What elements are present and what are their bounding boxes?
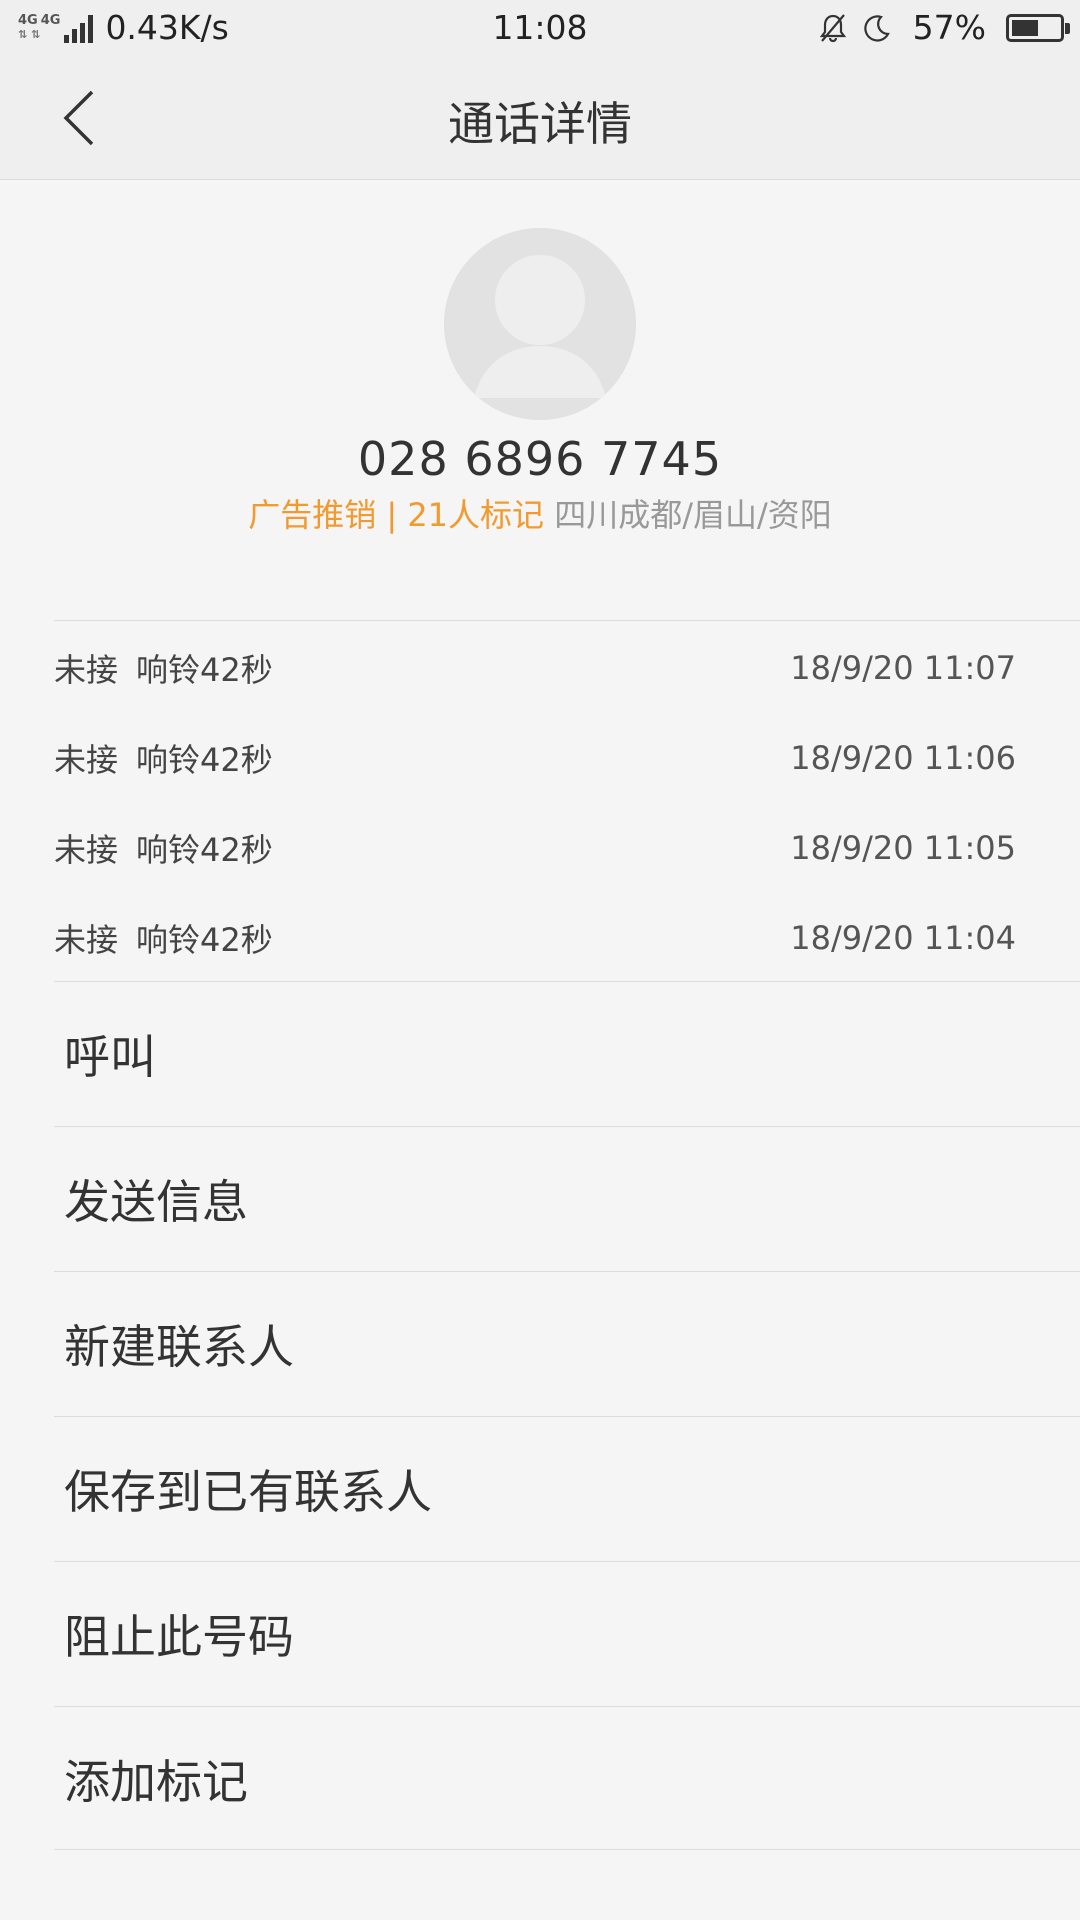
send-message-button[interactable]: 发送信息: [54, 1126, 1080, 1271]
call-time: 18/9/20 11:04: [790, 919, 1016, 957]
add-tag-button[interactable]: 添加标记: [54, 1706, 1080, 1851]
moon-icon: [863, 14, 890, 41]
block-number-button[interactable]: 阻止此号码: [54, 1561, 1080, 1706]
call-time: 18/9/20 11:05: [790, 829, 1016, 867]
caller-location: 四川成都/眉山/资阳: [554, 496, 832, 534]
call-time: 18/9/20 11:06: [790, 739, 1016, 777]
call-detail: 响铃42秒: [136, 651, 273, 689]
call-detail: 响铃42秒: [136, 921, 273, 959]
divider: [54, 620, 1080, 621]
call-detail: 响铃42秒: [136, 831, 273, 869]
call-detail: 响铃42秒: [136, 741, 273, 779]
phone-number: 028 6896 7745: [357, 432, 723, 486]
default-avatar-icon: [444, 228, 636, 420]
page-title: 通话详情: [448, 97, 632, 151]
battery-fill: [1012, 19, 1039, 36]
call-action-button[interactable]: 呼叫: [54, 981, 1080, 1126]
call-status: 未接: [54, 741, 119, 779]
divider: [54, 1849, 1080, 1850]
call-log-row: 未接 响铃42秒 18/9/20 11:05: [54, 818, 1016, 878]
title-bar: 通话详情: [0, 58, 1080, 180]
call-time: 18/9/20 11:07: [790, 649, 1016, 687]
call-status: 未接: [54, 921, 119, 959]
call-log-row: 未接 响铃42秒 18/9/20 11:06: [54, 728, 1016, 788]
silent-bell-icon: [819, 13, 846, 42]
new-contact-button[interactable]: 新建联系人: [54, 1271, 1080, 1416]
battery-percent: 57%: [912, 8, 986, 47]
call-log-row: 未接 响铃42秒 18/9/20 11:07: [54, 638, 1016, 698]
call-log-row: 未接 响铃42秒 18/9/20 11:04: [54, 908, 1016, 968]
battery-icon: [1006, 13, 1070, 42]
status-bar: 4G 4G ⇅ ⇅ 0.43K/s 11:08 57%: [0, 0, 1080, 58]
spam-tag: 广告推销 | 21人标记: [248, 496, 545, 534]
caller-tag-line: 广告推销 | 21人标记 四川成都/眉山/资阳: [0, 490, 1080, 536]
status-right: 57%: [817, 8, 1070, 47]
save-to-existing-contact-button[interactable]: 保存到已有联系人: [54, 1416, 1080, 1561]
call-status: 未接: [54, 651, 119, 689]
call-status: 未接: [54, 831, 119, 869]
